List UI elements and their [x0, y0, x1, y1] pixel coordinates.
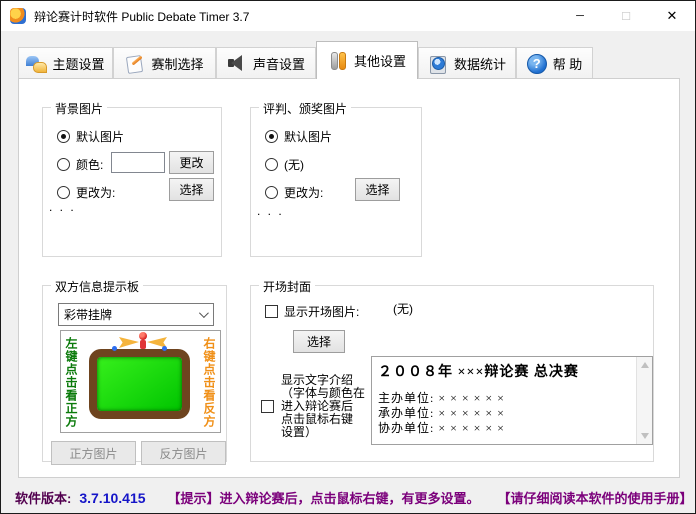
other-settings-panel: 背景图片 默认图片 颜色: 更改 更改为: 选择 . . . 评判、颁奖图片 默… — [18, 78, 680, 478]
opening-image-value: (无) — [393, 300, 413, 317]
select-award-button[interactable]: 选择 — [355, 178, 400, 201]
maximize-button: ☐ — [621, 10, 631, 23]
checkbox-label: 显示开场图片: — [284, 305, 360, 319]
group-title: 双方信息提示板 — [51, 278, 144, 295]
checkbox-icon[interactable] — [261, 400, 274, 413]
dropdown-value: 彩带挂牌 — [64, 308, 113, 322]
select-cover-button[interactable]: 选择 — [293, 330, 345, 353]
version-value: 3.7.10.415 — [79, 489, 146, 506]
window-controls: ─ ☐ ✕ — [557, 1, 695, 31]
ellipsis-text: . . . — [49, 200, 76, 214]
status-manual-note: 【请仔细阅读本软件的使用手册】 — [497, 491, 693, 506]
document-pencil-icon — [125, 54, 145, 74]
version-label: 软件版本: — [15, 491, 72, 506]
radio-default-image[interactable]: 默认图片 — [265, 128, 332, 145]
chevron-down-icon — [198, 308, 209, 319]
none-value: (无) — [393, 302, 413, 316]
tab-format-selection[interactable]: 赛制选择 — [113, 47, 216, 79]
tab-label: 赛制选择 — [151, 57, 204, 72]
show-text-intro-label: 显示文字介绍 （字体与颜色在 进入辩论赛后 点击鼠标右键 设置） — [281, 374, 381, 439]
tab-label: 主题设置 — [52, 57, 105, 72]
radio-icon[interactable] — [265, 158, 278, 171]
label-line: 设置） — [281, 425, 318, 439]
tab-other-settings[interactable]: 其他设置 — [316, 41, 418, 79]
radio-icon[interactable] — [57, 130, 70, 143]
radio-label: 颜色: — [76, 158, 104, 172]
info-board-group: 双方信息提示板 彩带挂牌 左键点击看正方 右键点击看反方 正方图片 反方图片 — [42, 278, 227, 465]
tab-help[interactable]: 帮 助 — [516, 47, 593, 79]
con-image-button[interactable]: 反方图片 — [141, 441, 226, 465]
radio-icon[interactable] — [265, 130, 278, 143]
tab-label: 声音设置 — [252, 57, 305, 72]
checkbox-icon[interactable] — [265, 305, 278, 318]
green-board-image — [89, 346, 190, 419]
intro-text-content: ２００８年 ×××辩论赛 总决赛 主办单位: × × × × × × 承办单位:… — [372, 357, 635, 444]
pro-image-button[interactable]: 正方图片 — [51, 441, 136, 465]
group-title: 评判、颁奖图片 — [259, 100, 352, 117]
window-title: 辩论赛计时软件 Public Debate Timer 3.7 — [34, 9, 250, 24]
radio-change-to[interactable]: 更改为: — [265, 184, 323, 201]
speaker-icon — [227, 54, 247, 74]
status-tip: 【提示】进入辩论赛后，点击鼠标右键，有更多设置。 — [167, 491, 480, 506]
radio-default-image[interactable]: 默认图片 — [57, 128, 124, 145]
intro-text-box[interactable]: ２００８年 ×××辩论赛 总决赛 主办单位: × × × × × × 承办单位:… — [371, 356, 653, 445]
radio-icon[interactable] — [57, 158, 70, 171]
radio-label: 默认图片 — [284, 130, 333, 144]
tab-label: 帮 助 — [552, 57, 583, 72]
intro-line: 协办单位: × × × × × × — [378, 421, 505, 435]
intro-line: 主办单位: × × × × × × — [378, 391, 505, 405]
left-click-hint: 左键点击看正方 — [64, 337, 78, 428]
chat-bubbles-icon — [26, 54, 48, 74]
opening-cover-group: 开场封面 显示开场图片: (无) 选择 显示文字介绍 （字体与颜色在 进入辩论赛… — [250, 278, 654, 462]
radio-icon[interactable] — [57, 186, 70, 199]
app-window: 辩论赛计时软件 Public Debate Timer 3.7 ─ ☐ ✕ 主题… — [0, 0, 696, 514]
status-bar: 软件版本: 3.7.10.415 【提示】进入辩论赛后，点击鼠标右键，有更多设置… — [1, 481, 695, 513]
board-preview: 左键点击看正方 右键点击看反方 — [60, 330, 221, 433]
radio-label: 更改为: — [284, 186, 324, 200]
minimize-button[interactable]: ─ — [557, 1, 603, 31]
clock-document-icon — [428, 54, 448, 74]
tab-theme-settings[interactable]: 主题设置 — [18, 47, 113, 79]
ellipsis-text: . . . — [257, 204, 284, 218]
radio-label: 更改为: — [76, 186, 116, 200]
radio-label: 默认图片 — [76, 130, 125, 144]
board-style-dropdown[interactable]: 彩带挂牌 — [58, 303, 214, 326]
tab-label: 其他设置 — [353, 54, 406, 69]
group-title: 背景图片 — [51, 100, 108, 117]
tab-label: 数据统计 — [453, 57, 506, 72]
color-value-field[interactable] — [111, 152, 165, 173]
intro-title-line: ２００８年 ×××辩论赛 总决赛 — [378, 365, 579, 380]
background-image-group: 背景图片 默认图片 颜色: 更改 更改为: 选择 . . . — [42, 100, 222, 257]
scroll-up-icon[interactable] — [641, 362, 649, 368]
select-background-button[interactable]: 选择 — [169, 178, 214, 201]
show-text-intro-checkbox[interactable] — [261, 400, 274, 413]
change-color-button[interactable]: 更改 — [169, 151, 214, 174]
show-opening-image-checkbox-row[interactable]: 显示开场图片: — [265, 303, 359, 320]
group-title: 开场封面 — [259, 278, 316, 295]
award-image-group: 评判、颁奖图片 默认图片 (无) 更改为: 选择 . . . — [250, 100, 422, 257]
radio-label: (无) — [284, 158, 304, 172]
right-click-hint: 右键点击看反方 — [202, 337, 216, 428]
tools-icon — [328, 51, 348, 71]
app-icon — [10, 8, 26, 24]
vertical-scrollbar[interactable] — [636, 357, 652, 444]
radio-icon[interactable] — [265, 186, 278, 199]
intro-line: 承办单位: × × × × × × — [378, 406, 505, 420]
tab-data-statistics[interactable]: 数据统计 — [418, 47, 516, 79]
help-icon — [526, 53, 547, 74]
title-bar: 辩论赛计时软件 Public Debate Timer 3.7 ─ ☐ ✕ — [1, 1, 695, 31]
radio-none[interactable]: (无) — [265, 156, 304, 173]
radio-change-to[interactable]: 更改为: — [57, 184, 115, 201]
tab-sound-settings[interactable]: 声音设置 — [216, 47, 316, 79]
scroll-down-icon[interactable] — [641, 433, 649, 439]
close-button[interactable]: ✕ — [649, 1, 695, 31]
radio-color[interactable]: 颜色: — [57, 156, 103, 173]
